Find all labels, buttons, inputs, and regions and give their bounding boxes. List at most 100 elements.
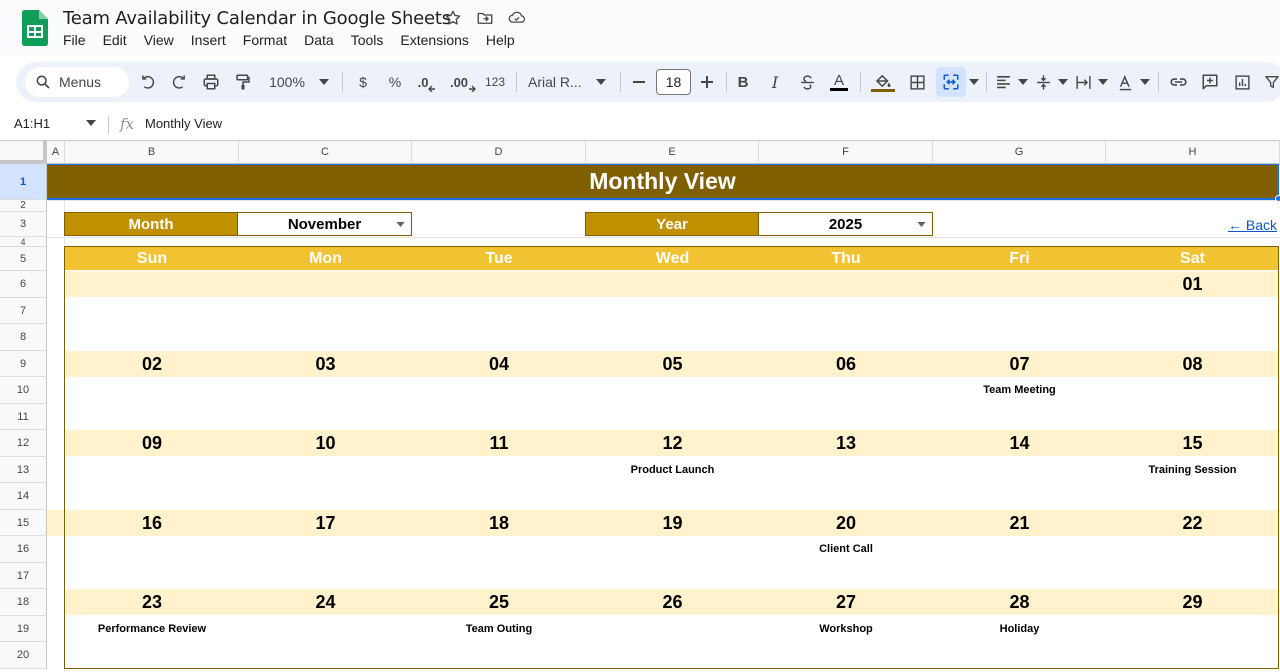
menu-file[interactable]: File	[63, 32, 86, 48]
calendar-date-cell[interactable]: 14	[933, 430, 1106, 456]
calendar-date-cell[interactable]: 02	[65, 351, 239, 377]
text-rotation-icon[interactable]	[1114, 62, 1152, 102]
calendar-date-cell[interactable]: 20	[759, 510, 933, 536]
row-header-16[interactable]: 16	[0, 536, 47, 563]
row-header-20[interactable]: 20	[0, 642, 47, 669]
menu-data[interactable]: Data	[304, 32, 334, 48]
column-header-c[interactable]: C	[239, 140, 412, 164]
row-header-14[interactable]: 14	[0, 483, 47, 510]
column-header-e[interactable]: E	[586, 140, 759, 164]
currency-format-button[interactable]: $	[352, 62, 374, 102]
row-header-15[interactable]: 15	[0, 510, 47, 536]
calendar-date-cell[interactable]: 07	[933, 351, 1106, 377]
font-family-select[interactable]: Arial R...	[528, 62, 612, 102]
decrease-font-size-button[interactable]	[628, 62, 650, 102]
row-header-17[interactable]: 17	[0, 563, 47, 589]
row-header-13[interactable]: 13	[0, 457, 47, 483]
increase-font-size-button[interactable]	[696, 62, 718, 102]
filter-icon[interactable]	[1262, 62, 1280, 102]
horizontal-align-icon[interactable]	[992, 62, 1030, 102]
merge-options-chevron-icon[interactable]	[968, 62, 980, 102]
menu-tools[interactable]: Tools	[351, 32, 384, 48]
calendar-date-cell[interactable]: 19	[586, 510, 759, 536]
calendar-date-cell[interactable]: 26	[586, 589, 759, 615]
cloud-saved-icon[interactable]	[508, 9, 526, 27]
star-icon[interactable]	[444, 9, 462, 27]
calendar-event-cell[interactable]	[65, 377, 239, 403]
row-header-5[interactable]: 5	[0, 247, 47, 271]
percent-format-button[interactable]: %	[384, 62, 406, 102]
calendar-date-cell[interactable]	[412, 271, 586, 297]
calendar-event-cell[interactable]	[65, 457, 239, 483]
column-header-f[interactable]: F	[759, 140, 933, 164]
print-icon[interactable]	[200, 62, 222, 102]
column-header-b[interactable]: B	[65, 140, 239, 164]
calendar-date-cell[interactable]: 08	[1106, 351, 1279, 377]
document-title[interactable]: Team Availability Calendar in Google She…	[63, 8, 451, 29]
calendar-event-cell[interactable]	[586, 298, 759, 324]
menu-view[interactable]: View	[144, 32, 174, 48]
calendar-date-cell[interactable]: 09	[65, 430, 239, 456]
row-header-9[interactable]: 9	[0, 351, 47, 377]
calendar-date-cell[interactable]: 06	[759, 351, 933, 377]
select-all-corner[interactable]	[0, 140, 47, 164]
column-header-h[interactable]: H	[1106, 140, 1280, 164]
row-header-6[interactable]: 6	[0, 271, 47, 298]
row-header-2[interactable]: 2	[0, 200, 47, 212]
calendar-date-cell[interactable]: 12	[586, 430, 759, 456]
calendar-event-cell[interactable]	[933, 536, 1106, 562]
selection-fill-handle[interactable]	[1275, 195, 1280, 202]
month-dropdown[interactable]: November	[238, 212, 412, 236]
calendar-date-cell[interactable]: 24	[239, 589, 412, 615]
strikethrough-icon[interactable]	[796, 62, 818, 102]
calendar-date-cell[interactable]	[239, 271, 412, 297]
menu-help[interactable]: Help	[486, 32, 515, 48]
calendar-event-cell[interactable]: Training Session	[1106, 457, 1279, 483]
calendar-event-cell[interactable]: Client Call	[759, 536, 933, 562]
menu-extensions[interactable]: Extensions	[400, 32, 468, 48]
calendar-event-cell[interactable]: Team Meeting	[933, 377, 1106, 403]
search-menus[interactable]: Menus	[25, 67, 129, 97]
calendar-event-cell[interactable]	[586, 536, 759, 562]
calendar-date-cell[interactable]: 05	[586, 351, 759, 377]
row-header-19[interactable]: 19	[0, 616, 47, 642]
calendar-date-cell[interactable]: 28	[933, 589, 1106, 615]
move-folder-icon[interactable]	[476, 9, 494, 27]
calendar-event-cell[interactable]	[1106, 536, 1279, 562]
year-dropdown[interactable]: 2025	[759, 212, 933, 236]
calendar-date-cell[interactable]	[759, 271, 933, 297]
insert-comment-icon[interactable]	[1198, 62, 1222, 102]
row-header-4[interactable]: 4	[0, 237, 47, 247]
formula-input[interactable]: Monthly View	[145, 116, 222, 131]
calendar-event-cell[interactable]	[759, 377, 933, 403]
chevron-down-icon[interactable]	[86, 120, 96, 126]
row-header-11[interactable]: 11	[0, 404, 47, 430]
calendar-date-cell[interactable]: 16	[65, 510, 239, 536]
monthly-view-banner[interactable]: Monthly View	[47, 164, 1279, 200]
merge-cells-icon[interactable]	[936, 67, 966, 97]
calendar-date-cell[interactable]: 25	[412, 589, 586, 615]
column-header-d[interactable]: D	[412, 140, 586, 164]
calendar-event-cell[interactable]: Workshop	[759, 616, 933, 642]
row-header-7[interactable]: 7	[0, 298, 47, 324]
row-header-18[interactable]: 18	[0, 589, 47, 616]
calendar-event-cell[interactable]	[239, 457, 412, 483]
column-header-g[interactable]: G	[933, 140, 1106, 164]
calendar-date-cell[interactable]: 04	[412, 351, 586, 377]
calendar-event-cell[interactable]	[239, 377, 412, 403]
decrease-decimal-button[interactable]: .0	[414, 62, 440, 102]
back-link[interactable]: ← Back	[1228, 217, 1277, 233]
row-header-12[interactable]: 12	[0, 430, 47, 457]
calendar-event-cell[interactable]: Holiday	[933, 616, 1106, 642]
calendar-event-cell[interactable]	[1106, 298, 1279, 324]
italic-button[interactable]: I	[764, 62, 786, 102]
calendar-date-cell[interactable]: 03	[239, 351, 412, 377]
fill-color-button[interactable]	[870, 62, 896, 102]
more-formats-button[interactable]: 123	[482, 62, 508, 102]
calendar-date-cell[interactable]: 15	[1106, 430, 1279, 456]
calendar-event-cell[interactable]	[1106, 616, 1279, 642]
calendar-event-cell[interactable]	[759, 457, 933, 483]
calendar-date-cell[interactable]: 01	[1106, 271, 1279, 297]
calendar-date-cell[interactable]	[933, 271, 1106, 297]
calendar-date-cell[interactable]: 11	[412, 430, 586, 456]
